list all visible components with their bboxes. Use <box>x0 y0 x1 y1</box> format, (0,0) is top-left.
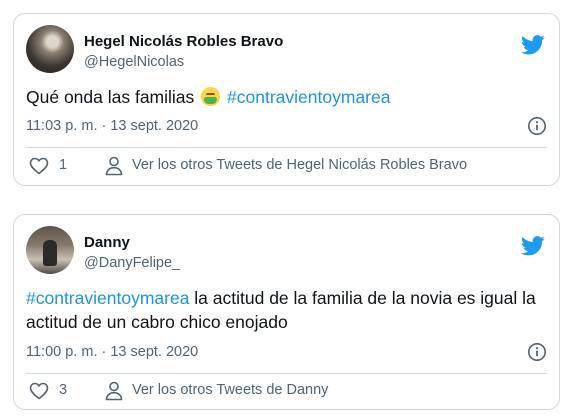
avatar[interactable] <box>26 226 74 274</box>
divider <box>26 147 547 148</box>
tweet-timestamp[interactable]: 11:00 p. m. · 13 sept. 2020 <box>26 344 198 360</box>
tweet-header: Hegel Nicolás Robles Bravo @HegelNicolas <box>26 25 547 77</box>
tweet-timestamp[interactable]: 11:03 p. m. · 13 sept. 2020 <box>26 118 198 134</box>
tweet-card[interactable]: Danny @DanyFelipe_ #contravientoymarea l… <box>13 214 560 410</box>
tweet-text: Qué onda las familias #contravientoymare… <box>26 85 545 109</box>
tweet-text-plain: Qué onda las familias <box>26 87 195 107</box>
hashtag-link[interactable]: #contravientoymarea <box>227 87 390 107</box>
divider <box>26 373 547 374</box>
tweet-card[interactable]: Hegel Nicolás Robles Bravo @HegelNicolas… <box>13 13 560 186</box>
like-count: 3 <box>59 382 68 398</box>
twitter-bird-icon[interactable] <box>521 35 545 55</box>
person-icon <box>105 156 123 176</box>
more-tweets-link[interactable]: Ver los otros Tweets de Danny <box>132 382 328 398</box>
info-icon[interactable] <box>527 342 547 362</box>
info-icon[interactable] <box>527 116 547 136</box>
twitter-bird-icon[interactable] <box>521 236 545 256</box>
avatar[interactable] <box>26 25 74 73</box>
nauseated-face-emoji-icon <box>201 87 221 106</box>
tweet-actions: 3 Ver los otros Tweets de Danny <box>26 380 547 402</box>
person-icon <box>105 381 123 401</box>
tweet-header: Danny @DanyFelipe_ <box>26 226 547 278</box>
hashtag-link[interactable]: #contravientoymarea <box>26 288 189 308</box>
heart-icon[interactable] <box>29 382 49 400</box>
heart-icon[interactable] <box>29 157 49 175</box>
author-name[interactable]: Danny <box>84 234 130 251</box>
tweet-actions: 1 Ver los otros Tweets de Hegel Nicolás … <box>26 155 547 177</box>
like-count: 1 <box>59 157 68 173</box>
more-tweets-link[interactable]: Ver los otros Tweets de Hegel Nicolás Ro… <box>132 157 467 173</box>
author-handle[interactable]: @HegelNicolas <box>84 54 184 70</box>
author-name[interactable]: Hegel Nicolás Robles Bravo <box>84 33 283 50</box>
tweet-text: #contravientoymarea la actitud de la fam… <box>26 286 545 334</box>
author-handle[interactable]: @DanyFelipe_ <box>84 255 180 271</box>
